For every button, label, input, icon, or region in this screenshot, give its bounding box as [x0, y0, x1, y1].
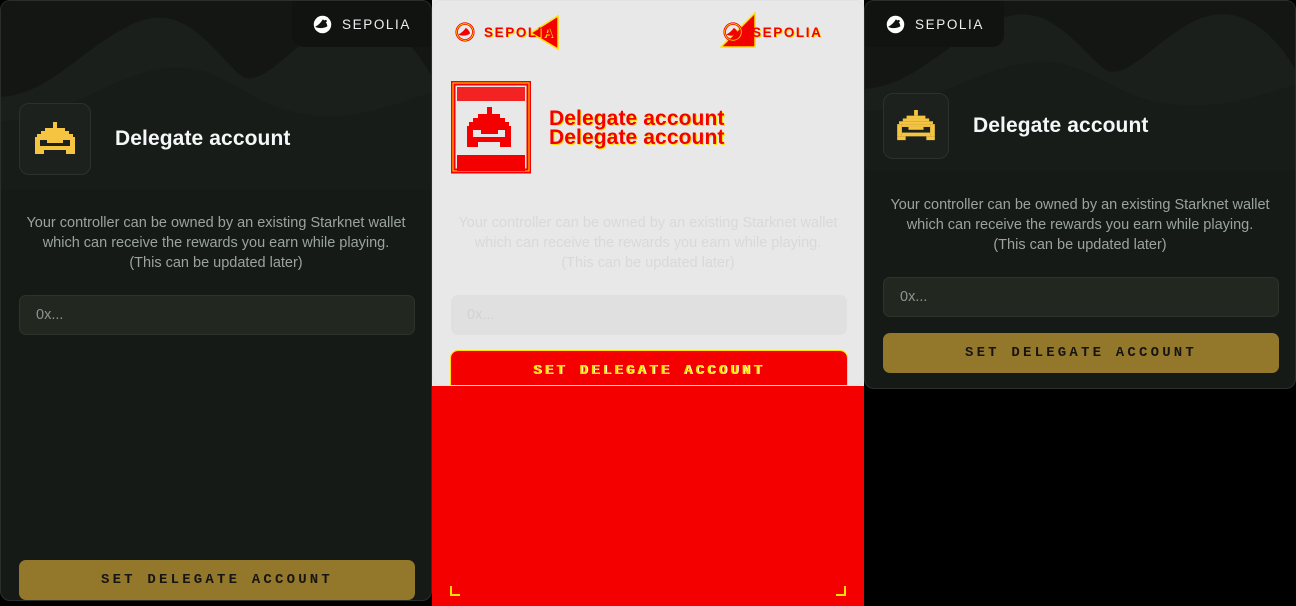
set-delegate-account-button[interactable]: Set Delegate Account: [19, 560, 415, 600]
card-header: SEPOLIA Delegate account: [865, 1, 1295, 171]
diff-title-wrap: Delegate account Delegate account: [549, 108, 725, 149]
starknet-circle-icon: [313, 15, 332, 33]
controller-icon-tile: [19, 103, 91, 175]
diff-network-label: SEPOLIA: [484, 24, 555, 40]
card-description: Your controller can be owned by an exist…: [865, 171, 1295, 255]
diff-network-badge-left: SEPOLIA: [455, 19, 554, 45]
network-badge[interactable]: SEPOLIA: [292, 1, 431, 47]
diff-network-label: SEPOLIA: [752, 24, 823, 40]
diff-card: SEPOLIA SEPOLIA Delegate account Delegat…: [432, 0, 864, 386]
description-line-3: (This can be updated later): [129, 255, 303, 271]
diff-set-delegate-account-button: Set Delegate Account: [450, 350, 848, 385]
diff-description-line-3: (This can be updated later): [561, 255, 735, 271]
diff-delegate-address-input: 0x...: [451, 295, 847, 335]
page-title: Delegate account: [973, 114, 1149, 137]
starknet-circle-icon: [886, 15, 905, 33]
description-line-3: (This can be updated later): [993, 237, 1167, 253]
card-header: SEPOLIA Delegate account: [1, 1, 431, 189]
network-label: SEPOLIA: [342, 16, 411, 32]
description-line-1: Your controller can be owned by an exist…: [890, 197, 1270, 213]
controller-icon-tile: [883, 93, 949, 159]
card-spacer: [1, 335, 431, 544]
description-line-2: which can receive the rewards you earn w…: [42, 235, 390, 251]
card-heading-row: Delegate account: [19, 103, 291, 175]
diff-card-description: Your controller can be owned by an exist…: [433, 189, 863, 273]
controller-robot-icon: [35, 122, 75, 154]
diff-page-title-b: Delegate account: [549, 126, 725, 149]
controller-robot-icon: [897, 110, 935, 141]
set-delegate-account-button[interactable]: Set Delegate Account: [883, 333, 1279, 373]
page-title: Delegate account: [115, 127, 291, 150]
delegate-account-card: SEPOLIA Delegate account Your controller…: [0, 0, 432, 601]
diff-overflow-region: Set Delegate Account: [432, 386, 864, 606]
delegate-address-input[interactable]: 0x...: [19, 295, 415, 335]
delegate-address-input[interactable]: 0x...: [883, 277, 1279, 317]
network-label: SEPOLIA: [915, 16, 984, 32]
description-line-1: Your controller can be owned by an exist…: [26, 215, 406, 231]
panel-diff: SEPOLIA SEPOLIA Delegate account Delegat…: [432, 0, 864, 606]
diff-marker-corner-br: [836, 586, 846, 596]
delegate-address-placeholder: 0x...: [36, 307, 64, 323]
diff-address-placeholder: 0x...: [467, 307, 495, 323]
diff-description-line-1: Your controller can be owned by an exist…: [458, 215, 838, 231]
delegate-account-card: SEPOLIA Delegate account Your controller…: [864, 0, 1296, 389]
network-badge[interactable]: SEPOLIA: [865, 1, 1004, 47]
starknet-circle-icon: [723, 22, 743, 42]
diff-controller-icon-tile: [451, 81, 531, 174]
delegate-address-placeholder: 0x...: [900, 289, 928, 305]
diff-description-line-2: which can receive the rewards you earn w…: [474, 235, 822, 251]
starknet-circle-icon: [455, 22, 475, 42]
diff-network-badge-right: SEPOLIA: [723, 19, 822, 45]
panel-baseline: SEPOLIA Delegate account Your controller…: [0, 0, 432, 606]
card-description: Your controller can be owned by an exist…: [1, 189, 431, 273]
panel-expected: SEPOLIA Delegate account Your controller…: [864, 0, 1296, 606]
description-line-2: which can receive the rewards you earn w…: [906, 217, 1254, 233]
card-heading-row: Delegate account: [883, 93, 1149, 159]
diff-marker-corner-bl: [450, 586, 460, 596]
visual-diff-stage: SEPOLIA Delegate account Your controller…: [0, 0, 1296, 606]
